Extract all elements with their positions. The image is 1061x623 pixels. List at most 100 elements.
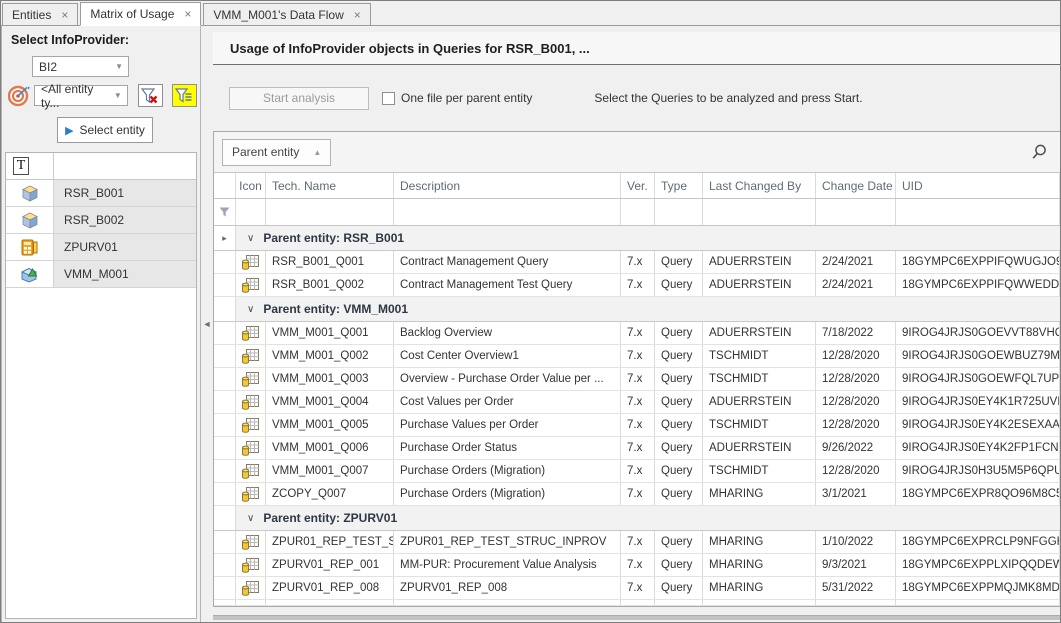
query-row[interactable]: RSR_B001_Q002 Contract Management Test Q… — [214, 274, 1060, 297]
tab-matrix-of-usage[interactable]: Matrix of Usage × — [80, 2, 201, 26]
infoobject-grid-icon — [6, 234, 54, 260]
group-header-row[interactable]: ▸ ∨ Parent entity: ZPURV01 — [214, 506, 1060, 531]
column-header-uid[interactable]: UID — [896, 173, 1060, 198]
query-row[interactable]: VMM_M001_Q004 Cost Values per Order 7.x … — [214, 391, 1060, 414]
system-select[interactable]: BI2 ▼ — [32, 56, 129, 77]
tab-data-flow[interactable]: VMM_M001's Data Flow × — [203, 3, 370, 25]
column-header-ver[interactable]: Ver. — [621, 173, 655, 198]
query-row[interactable]: RSR_B001_Q001 Contract Management Query … — [214, 251, 1060, 274]
cell-uid: 18GYMPC6EXPRCLP9NFGGH9... — [896, 531, 1060, 553]
cell-type: Query — [655, 460, 703, 482]
filter-cell[interactable] — [896, 199, 1060, 225]
entity-name: RSR_B002 — [54, 207, 196, 233]
icon-cell — [236, 531, 266, 553]
collapse-group-icon[interactable]: ∨ — [247, 233, 254, 244]
cell-uid: 18GYMPC6EXPR8QO96M8C5M... — [896, 483, 1060, 505]
query-row[interactable]: VMM_M001_Q007 Purchase Orders (Migration… — [214, 460, 1060, 483]
one-file-checkbox-group[interactable]: One file per parent entity — [382, 91, 532, 105]
cell-change-date: 12/28/2020 — [816, 391, 896, 413]
tab-entities[interactable]: Entities × — [2, 3, 78, 25]
query-row[interactable]: VMM_M001_Q003 Overview - Purchase Order … — [214, 368, 1060, 391]
entity-row-rsr-b001[interactable]: RSR_B001 — [6, 180, 196, 207]
filter-list-button[interactable] — [172, 84, 197, 107]
cell-last-changed-by: MHARING — [703, 531, 816, 553]
icon-cell — [236, 483, 266, 505]
filter-cell[interactable] — [703, 199, 816, 225]
collapse-group-icon[interactable]: ∨ — [247, 513, 254, 524]
query-icon — [242, 418, 259, 433]
query-icon — [242, 278, 259, 293]
target-icon — [8, 85, 31, 107]
column-header-description[interactable]: Description — [394, 173, 621, 198]
cell-type: Query — [655, 368, 703, 390]
clear-filter-button[interactable] — [138, 84, 163, 107]
cell-change-date: 3/1/2021 — [816, 483, 896, 505]
column-header-type[interactable]: Type — [655, 173, 703, 198]
column-header-tech-name[interactable]: Tech. Name — [266, 173, 394, 198]
auto-filter-row — [214, 199, 1060, 226]
query-row[interactable]: VMM_M001_Q002 Cost Center Overview1 7.x … — [214, 345, 1060, 368]
select-entity-button[interactable]: ▶ Select entity — [57, 117, 153, 143]
tab-label: VMM_M001's Data Flow — [213, 8, 343, 22]
filter-cell[interactable] — [266, 199, 394, 225]
analysis-toolbar: Start analysis One file per parent entit… — [213, 65, 1060, 131]
close-icon[interactable]: × — [184, 8, 191, 20]
icon-cell — [236, 274, 266, 296]
row-gutter — [214, 322, 236, 344]
horizontal-scrollbar-thumb[interactable] — [213, 615, 1060, 620]
matrix-of-usage-pane: Usage of InfoProvider objects in Queries… — [213, 26, 1060, 622]
row-gutter: ▸ — [214, 226, 236, 250]
search-button[interactable] — [1030, 143, 1048, 161]
cell-last-changed-by: MHARING — [703, 483, 816, 505]
horizontal-scrollbar[interactable] — [213, 615, 1060, 620]
column-header-last-changed-by[interactable]: Last Changed By — [703, 173, 816, 198]
row-gutter — [214, 274, 236, 296]
cell-change-date: 12/28/2020 — [816, 460, 896, 482]
cell-description: Contract Management Query — [394, 251, 621, 273]
query-row[interactable]: ZCOPY_Q007 Purchase Orders (Migration) 7… — [214, 483, 1060, 506]
filter-cell[interactable] — [621, 199, 655, 225]
group-header-row[interactable]: ▸ ∨ Parent entity: RSR_B001 — [214, 226, 1060, 251]
entity-row-vmm-m001[interactable]: VMM_M001 — [6, 261, 196, 288]
group-header-row[interactable]: ▸ ∨ Parent entity: VMM_M001 — [214, 297, 1060, 322]
cell-change-date: 9/3/2021 — [816, 554, 896, 576]
cell-ver: 7.x — [621, 368, 655, 390]
close-icon[interactable]: × — [61, 9, 68, 21]
cell-change-date: 7/18/2022 — [816, 322, 896, 344]
collapse-group-icon[interactable]: ∨ — [247, 304, 254, 315]
cell-ver: 7.x — [621, 414, 655, 436]
cell-type: Query — [655, 322, 703, 344]
filter-cell[interactable] — [394, 199, 621, 225]
cell-tech-name: ZPUR01_REP_TEST_ST... — [266, 531, 394, 553]
query-row[interactable]: ZPURV01_REP_008 ZPURV01_REP_008 7.x Quer… — [214, 577, 1060, 600]
close-icon[interactable]: × — [354, 9, 361, 21]
cell-ver: 7.x — [621, 274, 655, 296]
query-row[interactable]: VMM_M001_Q005 Purchase Values per Order … — [214, 414, 1060, 437]
collapse-sidebar-icon[interactable]: ◄ — [203, 319, 212, 329]
entity-type-select[interactable]: <All entity ty... ▼ — [34, 85, 128, 106]
row-gutter — [214, 437, 236, 459]
query-row[interactable]: ZPUR01_REP_TEST_ST... ZPUR01_REP_TEST_ST… — [214, 531, 1060, 554]
column-header-change-date[interactable]: Change Date — [816, 173, 896, 198]
query-row[interactable]: VMM_M001_Q006 Purchase Order Status 7.x … — [214, 437, 1060, 460]
entity-row-rsr-b002[interactable]: RSR_B002 — [6, 207, 196, 234]
query-row[interactable]: VMM_M001_Q001 Backlog Overview 7.x Query… — [214, 322, 1060, 345]
cell-change-date: 2/24/2021 — [816, 251, 896, 273]
cell-tech-name: ZPURV01_REP_001 — [266, 554, 394, 576]
filter-cell[interactable] — [655, 199, 703, 225]
row-gutter — [214, 577, 236, 599]
group-by-chip-parent-entity[interactable]: Parent entity ▲ — [222, 139, 331, 166]
column-header-icon[interactable]: Icon — [236, 173, 266, 198]
filter-cell[interactable] — [816, 199, 896, 225]
row-gutter — [214, 554, 236, 576]
filter-cell[interactable] — [236, 199, 266, 225]
row-gutter — [214, 414, 236, 436]
text-filter-icon[interactable]: T — [13, 157, 29, 175]
sidebar-splitter[interactable]: ◄ — [201, 26, 213, 622]
cell-last-changed-by: ADUERRSTEIN — [703, 437, 816, 459]
query-row[interactable]: ZPURV01_REP_001 MM-PUR: Procurement Valu… — [214, 554, 1060, 577]
instruction-text: Select the Queries to be analyzed and pr… — [594, 91, 862, 105]
start-analysis-button[interactable]: Start analysis — [229, 87, 369, 110]
entity-row-zpurv01[interactable]: ZPURV01 — [6, 234, 196, 261]
one-file-checkbox[interactable] — [382, 92, 395, 105]
